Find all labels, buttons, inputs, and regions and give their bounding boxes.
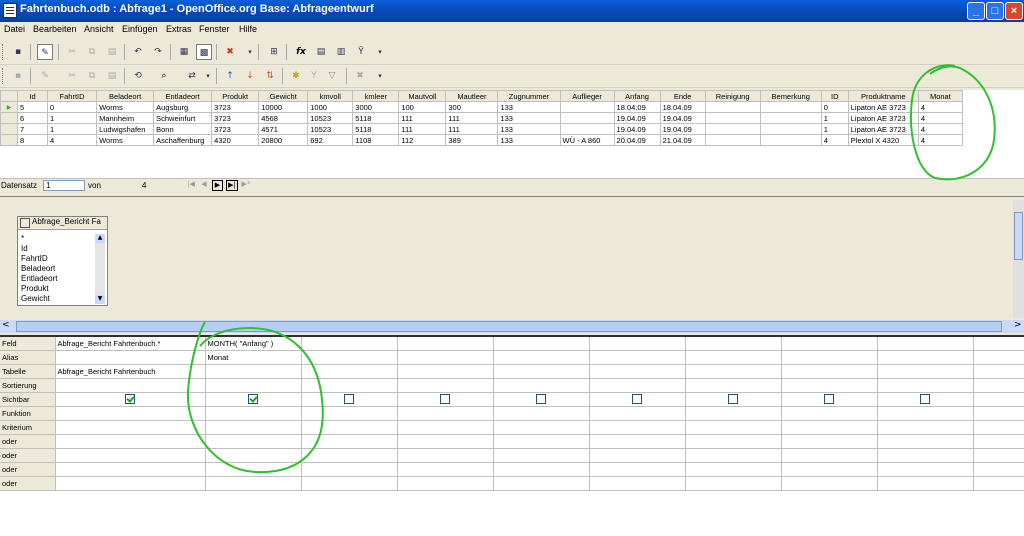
annotation-circle-monat-column (909, 64, 996, 181)
annotation-overlay (186, 64, 996, 474)
annotation-circle-month-field (186, 321, 324, 474)
